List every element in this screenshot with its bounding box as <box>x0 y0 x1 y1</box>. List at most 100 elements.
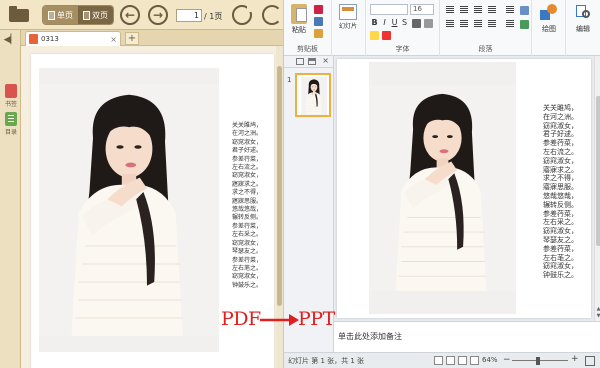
font-name-select[interactable] <box>370 4 408 15</box>
document-tab[interactable]: 0313 × <box>25 31 121 46</box>
status-bar: 幻灯片 第 1 张，共 1 张 64% − + <box>284 352 600 368</box>
justify-icon[interactable] <box>488 20 496 21</box>
underline-button[interactable]: U <box>390 18 399 28</box>
increase-indent-icon[interactable] <box>488 6 496 7</box>
double-page-label: 双页 <box>92 10 108 20</box>
slides-view-icon[interactable] <box>296 58 304 65</box>
single-page-icon <box>48 10 55 20</box>
thumbnail-photo <box>301 77 327 115</box>
format-painter-icon[interactable] <box>314 29 323 38</box>
slide-vertical-scrollbar[interactable]: ▲ ▼ <box>594 56 600 321</box>
normal-view-icon[interactable] <box>434 356 443 365</box>
conversion-arrow-icon <box>260 314 299 326</box>
document-tab-bar: 0313 × + <box>21 30 283 46</box>
ribbon: 粘贴 剪贴板 幻灯片 16 B I U S 字体 段落 绘图 编辑 <box>284 0 600 56</box>
double-page-icon <box>83 10 90 20</box>
page-total-label: / 1页 <box>204 12 223 21</box>
slide-poem-text[interactable]: 关关雎鸠， 在河之洲。 窈窕淑女， 君子好逑。 参差荇菜， 左右流之。 窈窕淑女… <box>543 104 578 280</box>
arrow-left-icon: ← <box>124 8 136 22</box>
char-spacing-icon[interactable] <box>424 19 433 28</box>
clipboard-group-label: 剪贴板 <box>297 45 318 53</box>
close-panel-icon[interactable]: × <box>322 56 329 65</box>
smartart-icon[interactable] <box>520 20 529 29</box>
zoom-out-icon[interactable]: − <box>503 355 511 365</box>
page-view-toggle: 单页 双页 <box>42 5 114 25</box>
next-page-button[interactable]: → <box>148 5 168 25</box>
pdf-toolbar: 单页 双页 ← → 1 / 1页 <box>0 0 283 30</box>
slide-photo[interactable] <box>369 62 516 314</box>
editing-button[interactable]: 编辑 <box>570 4 596 34</box>
sorter-view-icon[interactable] <box>446 356 455 365</box>
more-options-button[interactable] <box>262 5 282 25</box>
line-spacing-icon[interactable] <box>506 6 514 7</box>
open-file-button[interactable] <box>6 5 32 25</box>
slide-thumbnail[interactable] <box>295 73 331 117</box>
arrow-right-icon: → <box>152 8 164 22</box>
scroll-thumb[interactable] <box>596 96 600 246</box>
decrease-indent-icon[interactable] <box>474 6 482 7</box>
close-tab-icon[interactable]: × <box>110 35 117 44</box>
rotate-button[interactable] <box>232 5 253 25</box>
highlight-icon[interactable] <box>370 31 379 40</box>
copy-icon[interactable] <box>314 17 323 26</box>
outline-view-icon[interactable] <box>308 58 316 65</box>
zoom-slider[interactable] <box>512 360 568 361</box>
drawing-group: 绘图 <box>532 0 566 56</box>
drawing-label: 绘图 <box>542 25 556 33</box>
notes-placeholder: 单击此处添加备注 <box>338 332 402 341</box>
slide-canvas[interactable]: 关关雎鸠， 在河之洲。 窈窕淑女， 君子好逑。 参差荇菜， 左右流之。 窈窕淑女… <box>337 59 591 318</box>
next-slide-icon[interactable]: ▼ <box>595 313 600 319</box>
new-slide-label: 幻灯片 <box>338 23 357 30</box>
italic-button[interactable]: I <box>380 18 389 28</box>
reading-view-icon[interactable] <box>458 356 467 365</box>
page-number-input[interactable]: 1 <box>176 9 202 22</box>
numbering-icon[interactable] <box>460 6 468 7</box>
bullets-icon[interactable] <box>446 6 454 7</box>
bookmark-button[interactable]: 书签 <box>2 84 20 108</box>
previous-page-button[interactable]: ← <box>120 5 140 25</box>
single-page-button[interactable]: 单页 <box>43 6 78 24</box>
notes-pane[interactable]: 单击此处添加备注 <box>334 321 600 352</box>
double-page-button[interactable]: 双页 <box>78 6 113 24</box>
align-center-icon[interactable] <box>460 20 468 21</box>
scroll-thumb[interactable] <box>277 66 282 306</box>
bold-button[interactable]: B <box>370 18 379 28</box>
bookmark-label: 书签 <box>4 101 17 108</box>
editing-label: 编辑 <box>576 25 590 33</box>
slide-status-text: 幻灯片 第 1 张，共 1 张 <box>288 357 365 365</box>
outline-label: 目录 <box>4 129 17 136</box>
slide-number: 1 <box>287 76 292 84</box>
strikethrough-icon[interactable] <box>412 19 421 28</box>
align-left-icon[interactable] <box>446 20 454 21</box>
outline-button[interactable]: 目录 <box>2 112 20 136</box>
columns-icon[interactable] <box>506 20 514 21</box>
drawing-button[interactable]: 绘图 <box>536 4 562 34</box>
zoom-level[interactable]: 64% <box>482 356 498 364</box>
document-tab-title: 0313 <box>41 35 59 43</box>
shadow-button[interactable]: S <box>400 18 409 28</box>
clipboard-group: 粘贴 剪贴板 <box>284 0 332 56</box>
font-color-icon[interactable] <box>382 31 391 40</box>
font-group: 16 B I U S 字体 <box>366 0 440 56</box>
new-slide-icon <box>339 4 357 20</box>
zoom-in-icon[interactable]: + <box>571 354 579 364</box>
slideshow-view-icon[interactable] <box>470 356 479 365</box>
prev-slide-icon[interactable]: ▲ <box>595 306 600 312</box>
align-right-icon[interactable] <box>474 20 482 21</box>
slides-group: 幻灯片 <box>332 0 366 56</box>
font-size-select[interactable]: 16 <box>410 4 434 15</box>
new-slide-button[interactable]: 幻灯片 <box>336 4 360 30</box>
text-direction-icon[interactable] <box>520 6 529 15</box>
clipboard-icon <box>291 4 307 24</box>
folder-icon <box>9 6 29 22</box>
fit-to-window-icon[interactable] <box>585 356 595 366</box>
cut-icon[interactable] <box>314 5 323 14</box>
bookmark-icon <box>5 84 17 98</box>
new-tab-button[interactable]: + <box>125 32 139 45</box>
zoom-slider-thumb[interactable] <box>536 357 540 365</box>
paste-button[interactable]: 粘贴 <box>288 4 310 35</box>
font-group-label: 字体 <box>395 45 410 53</box>
collapse-icon: ◀▏ <box>3 35 18 45</box>
outline-icon <box>5 112 17 126</box>
collapse-sidebar-button[interactable]: ◀▏ <box>3 34 18 46</box>
